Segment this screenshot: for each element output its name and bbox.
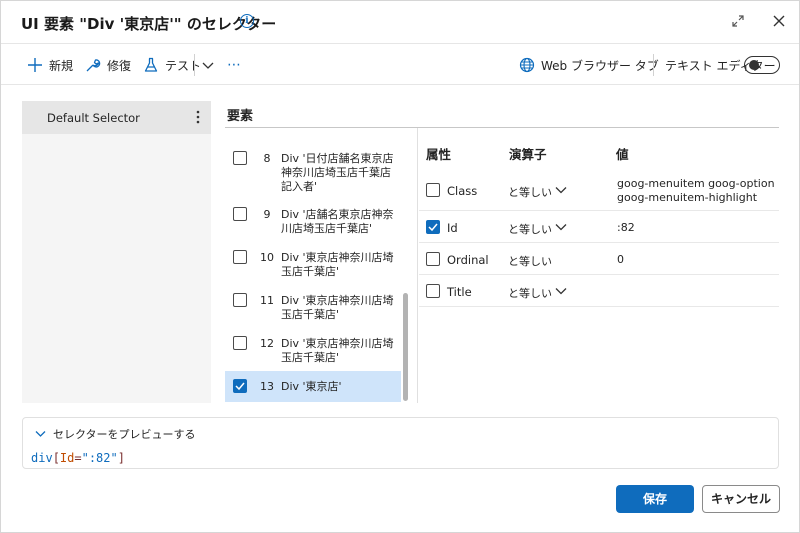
element-text: Div '日付店舗名東京店神奈川店埼玉店千葉店記入者'	[281, 152, 394, 193]
selector-item-label: Default Selector	[47, 111, 140, 125]
expand-icon[interactable]	[731, 14, 745, 28]
list-item[interactable]: 11 Div '東京店神奈川店埼玉店千葉店'	[225, 287, 401, 327]
attribute-row-ordinal: Ordinal と等しい 0	[419, 243, 779, 275]
attribute-checkbox[interactable]	[426, 252, 440, 266]
attribute-row-class: Class と等しい goog-menuitem goog-option goo…	[419, 171, 779, 211]
attribute-row-id: Id と等しい :82	[419, 211, 779, 243]
list-item[interactable]: 9 Div '店舗名東京店神奈川店埼玉店千葉店'	[225, 201, 401, 241]
chevron-down-icon[interactable]	[555, 186, 567, 194]
selector-list-panel: Default Selector	[22, 101, 211, 403]
element-number: 13	[260, 380, 274, 393]
attribute-checkbox-checked[interactable]	[426, 220, 440, 234]
element-number: 8	[263, 152, 271, 165]
toolbar-separator	[653, 54, 654, 76]
operator-column-header: 演算子	[509, 147, 547, 162]
browser-tab-label: Web ブラウザー タブ	[541, 58, 659, 73]
plus-icon	[28, 58, 42, 72]
new-label: 新規	[49, 58, 74, 73]
selector-item-default[interactable]: Default Selector	[22, 101, 211, 134]
text-editor-toggle[interactable]	[744, 56, 780, 74]
checkmark-icon	[235, 382, 245, 391]
toolbar-separator	[194, 54, 195, 76]
panel-divider	[417, 128, 418, 403]
code-attribute: Id	[59, 451, 75, 465]
list-item[interactable]: 8 Div '日付店舗名東京店神奈川店埼玉店千葉店記入者'	[225, 144, 401, 196]
selector-preview-panel: セレクターをプレビューする div[Id=":82"]	[22, 417, 779, 469]
info-icon[interactable]: i	[240, 14, 254, 28]
cancel-button[interactable]: キャンセル	[702, 485, 780, 513]
code-value: ":82"	[81, 451, 118, 465]
flask-icon	[144, 57, 158, 72]
attribute-name: Title	[447, 285, 472, 299]
preview-toggle[interactable]: セレクターをプレビューする	[35, 426, 196, 442]
wrench-icon	[86, 59, 101, 72]
new-button[interactable]: 新規	[27, 55, 73, 75]
test-label: テスト	[165, 58, 202, 73]
dialog-title: UI 要素 "Div '東京店'" のセレクター	[21, 15, 277, 33]
attribute-value: 0	[617, 253, 624, 266]
elements-header: 要素	[227, 109, 254, 124]
toolbar: 新規 修復 テスト ⋯ Web ブラウザー タブ テキスト エディター	[1, 43, 799, 85]
toggle-knob	[749, 60, 759, 70]
value-column-header: 値	[616, 147, 629, 162]
more-actions-button[interactable]: ⋯	[227, 55, 241, 75]
attribute-name: Id	[447, 221, 458, 235]
chevron-down-icon[interactable]	[555, 287, 567, 295]
attribute-name: Class	[447, 184, 478, 198]
selector-preview-code: div[Id=":82"]	[31, 451, 125, 465]
element-number: 10	[260, 251, 274, 264]
attribute-value: :82	[617, 221, 635, 234]
globe-icon	[519, 57, 535, 73]
checkmark-icon	[428, 223, 438, 232]
attribute-value: goog-menuitem goog-option goog-menuitem-…	[617, 177, 775, 204]
selector-dialog: UI 要素 "Div '東京店'" のセレクター i 新規 修復 テスト ⋯ W…	[0, 0, 800, 533]
operator-label: と等しい	[508, 255, 552, 268]
element-number: 9	[263, 208, 271, 221]
list-item[interactable]: 12 Div '東京店神奈川店埼玉店千葉店'	[225, 330, 401, 370]
code-tag: div	[31, 451, 53, 465]
element-text: Div '東京店'	[281, 380, 342, 393]
element-text: Div '店舗名東京店神奈川店埼玉店千葉店'	[281, 208, 394, 235]
element-checkbox[interactable]	[233, 151, 247, 165]
code-bracket-close: ]	[117, 451, 125, 465]
element-checkbox[interactable]	[233, 293, 247, 307]
attribute-checkbox[interactable]	[426, 183, 440, 197]
list-item-partial	[225, 128, 401, 132]
element-number: 11	[260, 294, 274, 307]
element-checkbox[interactable]	[233, 207, 247, 221]
scrollbar-thumb[interactable]	[403, 293, 408, 401]
operator-dropdown[interactable]: と等しい	[508, 285, 552, 301]
operator-dropdown[interactable]: と等しい	[508, 221, 552, 237]
list-item-selected[interactable]: 13 Div '東京店'	[225, 371, 401, 402]
attribute-checkbox[interactable]	[426, 284, 440, 298]
more-vertical-icon[interactable]	[192, 108, 204, 126]
element-checkbox-checked[interactable]	[233, 379, 247, 393]
chevron-down-icon	[35, 431, 46, 437]
test-button[interactable]: テスト	[143, 55, 201, 75]
save-button[interactable]: 保存	[616, 485, 694, 513]
operator-dropdown[interactable]: と等しい	[508, 184, 552, 200]
attribute-row-title: Title と等しい	[419, 275, 779, 307]
list-item[interactable]: 10 Div '東京店神奈川店埼玉店千葉店'	[225, 244, 401, 284]
element-text: Div '東京店神奈川店埼玉店千葉店'	[281, 337, 394, 364]
test-dropdown-button[interactable]	[201, 55, 221, 75]
element-checkbox[interactable]	[233, 336, 247, 350]
browser-tab-button[interactable]: Web ブラウザー タブ	[519, 55, 659, 75]
code-equals: =	[74, 451, 82, 465]
title-bar: UI 要素 "Div '東京店'" のセレクター i	[1, 1, 799, 43]
element-text: Div '東京店神奈川店埼玉店千葉店'	[281, 251, 394, 278]
chevron-down-icon	[202, 62, 214, 69]
preview-header-label: セレクターをプレビューする	[53, 428, 196, 441]
element-text: Div '東京店神奈川店埼玉店千葉店'	[281, 294, 394, 321]
element-list: 8 Div '日付店舗名東京店神奈川店埼玉店千葉店記入者' 9 Div '店舗名…	[225, 128, 411, 403]
attribute-column-header: 属性	[426, 147, 452, 162]
code-bracket-open: [	[52, 451, 60, 465]
close-icon[interactable]	[771, 13, 787, 29]
chevron-down-icon[interactable]	[555, 223, 567, 231]
repair-button[interactable]: 修復	[85, 55, 131, 75]
repair-label: 修復	[107, 58, 132, 73]
element-number: 12	[260, 337, 274, 350]
element-checkbox[interactable]	[233, 250, 247, 264]
attribute-name: Ordinal	[447, 253, 489, 267]
